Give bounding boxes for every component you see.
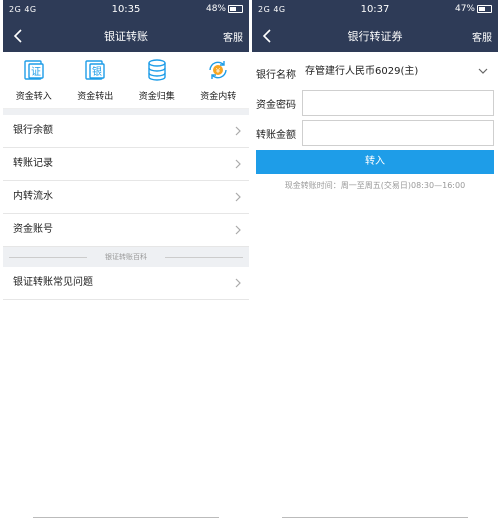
svg-text:¥: ¥: [216, 67, 221, 75]
section-title: 银证转账百科: [105, 253, 147, 261]
fund-collect-icon: [148, 59, 166, 81]
battery-indicator: 48%: [206, 4, 243, 14]
transfer-amount-input[interactable]: [306, 121, 497, 145]
quick-action-label: 资金转出: [77, 92, 114, 102]
battery-icon: [477, 4, 492, 13]
form-row-bank: 银行名称 存管建行人民币6029(主): [252, 60, 498, 86]
status-bar: 2G 4G 10:35 48%: [3, 0, 249, 20]
transfer-in-button[interactable]: 转入: [256, 150, 494, 174]
transfer-time-hint: 现金转账时间：周一至周五(交易日)08:30—16:00: [284, 181, 466, 190]
menu-item-label: 转账记录: [13, 158, 53, 169]
left-phone-screen: 2G 4G 10:35 48% 银证转账 客服 证 资金转入 银 资金转出 资金…: [3, 0, 249, 522]
chevron-right-icon: [235, 126, 241, 136]
transfer-in-icon: 证: [24, 60, 44, 80]
fund-password-label: 资金密码: [256, 99, 296, 111]
quick-action-fund-collect[interactable]: 资金归集: [129, 58, 185, 108]
form-row-password: 资金密码: [252, 90, 498, 116]
faq-list: 银证转账常见问题: [3, 267, 249, 300]
fund-password-input[interactable]: [306, 91, 497, 115]
quick-action-transfer-out[interactable]: 银 资金转出: [67, 58, 123, 108]
svg-text:证: 证: [31, 66, 41, 78]
chevron-right-icon: [235, 225, 241, 235]
status-bar: 2G 4G 10:37 47%: [252, 0, 498, 20]
quick-action-label: 资金归集: [138, 92, 175, 102]
menu-list: 银行余额 转账记录 内转流水 资金账号: [3, 115, 249, 247]
page-title: 银行转证券: [347, 30, 403, 43]
transfer-out-icon: 银: [85, 60, 105, 80]
quick-actions: 证 资金转入 银 资金转出 资金归集 ¥ 资金内转: [3, 52, 249, 109]
home-indicator: [33, 517, 219, 518]
chevron-right-icon: [235, 159, 241, 169]
section-line: [165, 257, 243, 258]
menu-item-label: 银证转账常见问题: [13, 277, 93, 288]
bank-select-value: 存管建行人民币6029(主): [305, 66, 419, 77]
battery-indicator: 47%: [455, 4, 492, 14]
quick-action-label: 资金内转: [200, 92, 237, 102]
menu-item-label: 银行余额: [13, 125, 53, 136]
bank-name-label: 银行名称: [256, 69, 296, 81]
chevron-right-icon: [235, 278, 241, 288]
nav-bar: 银行转证券 客服: [252, 20, 498, 52]
fund-password-field-box: [302, 90, 497, 116]
chevron-right-icon: [235, 192, 241, 202]
internal-transfer-icon: ¥: [209, 61, 227, 79]
transfer-amount-field-box: [302, 120, 497, 146]
chevron-down-icon: [478, 68, 488, 74]
customer-service-link[interactable]: 客服: [223, 29, 243, 44]
quick-action-internal-transfer[interactable]: ¥ 资金内转: [190, 58, 246, 108]
menu-item-fund-account[interactable]: 资金账号: [3, 214, 249, 247]
svg-text:银: 银: [92, 65, 102, 78]
section-header: 银证转账百科: [3, 247, 249, 267]
page-title: 银证转账: [104, 30, 148, 43]
menu-item-internal-flow[interactable]: 内转流水: [3, 181, 249, 214]
menu-item-bank-balance[interactable]: 银行余额: [3, 115, 249, 148]
menu-item-label: 内转流水: [13, 191, 53, 202]
customer-service-link[interactable]: 客服: [472, 29, 492, 44]
menu-item-faq[interactable]: 银证转账常见问题: [3, 267, 249, 300]
menu-item-label: 资金账号: [13, 224, 53, 235]
transfer-form: 银行名称 存管建行人民币6029(主) 资金密码 转账金额: [252, 52, 498, 146]
menu-item-transfer-records[interactable]: 转账记录: [3, 148, 249, 181]
battery-icon: [228, 4, 243, 13]
right-phone-screen: 2G 4G 10:37 47% 银行转证券 客服 银行名称 存管建行人民币602…: [252, 0, 498, 522]
nav-bar: 银证转账 客服: [3, 20, 249, 52]
transfer-amount-label: 转账金额: [256, 129, 296, 141]
quick-action-transfer-in[interactable]: 证 资金转入: [6, 58, 62, 108]
bank-select[interactable]: 存管建行人民币6029(主): [302, 60, 494, 86]
quick-action-label: 资金转入: [15, 92, 52, 102]
home-indicator: [282, 517, 468, 518]
section-line: [9, 257, 87, 258]
form-row-amount: 转账金额: [252, 120, 498, 146]
